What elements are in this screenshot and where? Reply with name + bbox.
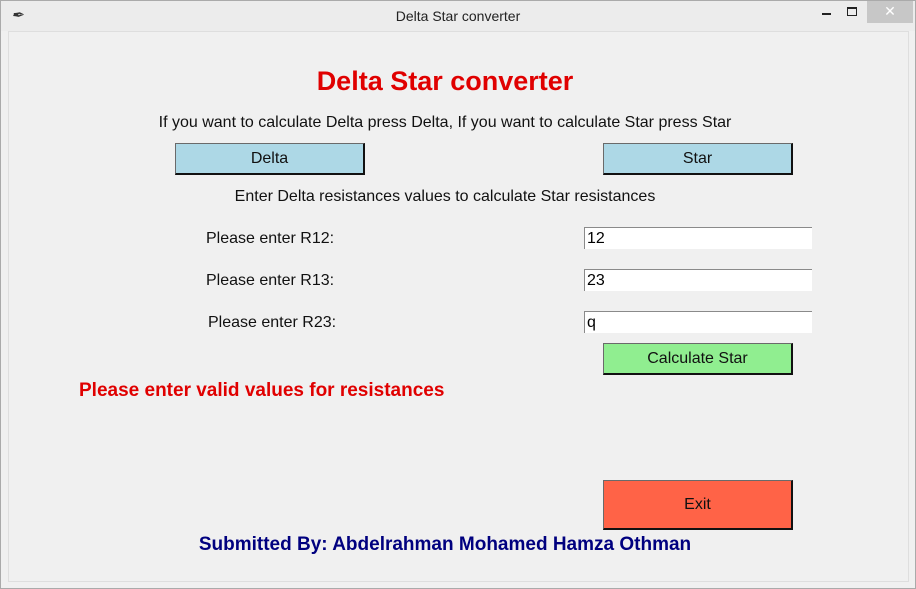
calculate-star-button[interactable]: Calculate Star: [603, 343, 793, 375]
instructions-text: If you want to calculate Delta press Del…: [158, 114, 732, 131]
minimize-button[interactable]: [813, 1, 839, 23]
r23-label: Please enter R23:: [208, 314, 337, 331]
r13-input[interactable]: [584, 269, 812, 291]
exit-button[interactable]: Exit: [603, 480, 793, 530]
close-button[interactable]: ✕: [867, 1, 913, 23]
star-button[interactable]: Star: [603, 143, 793, 175]
credit-text: Submitted By: Abdelrahman Mohamed Hamza …: [198, 534, 692, 555]
r23-input[interactable]: [584, 311, 812, 333]
r12-input[interactable]: [584, 227, 812, 249]
title-bar[interactable]: ✒ Delta Star converter ✕: [1, 1, 915, 31]
minimize-icon: [821, 13, 831, 15]
page-title: Delta Star converter: [316, 66, 574, 96]
close-icon: ✕: [884, 3, 896, 19]
app-window: ✒ Delta Star converter ✕ Delta Star conv…: [0, 0, 916, 589]
r12-label: Please enter R12:: [206, 230, 335, 247]
r13-label: Please enter R13:: [206, 272, 335, 289]
error-message: Please enter valid values for resistance…: [79, 380, 445, 401]
delta-button[interactable]: Delta: [175, 143, 365, 175]
maximize-button[interactable]: [839, 1, 865, 23]
window-title: Delta Star converter: [395, 8, 521, 24]
section-subtitle: Enter Delta resistances values to calcul…: [234, 188, 656, 205]
form-area: Delta Star converter If you want to calc…: [8, 31, 909, 582]
maximize-icon: [847, 7, 857, 16]
